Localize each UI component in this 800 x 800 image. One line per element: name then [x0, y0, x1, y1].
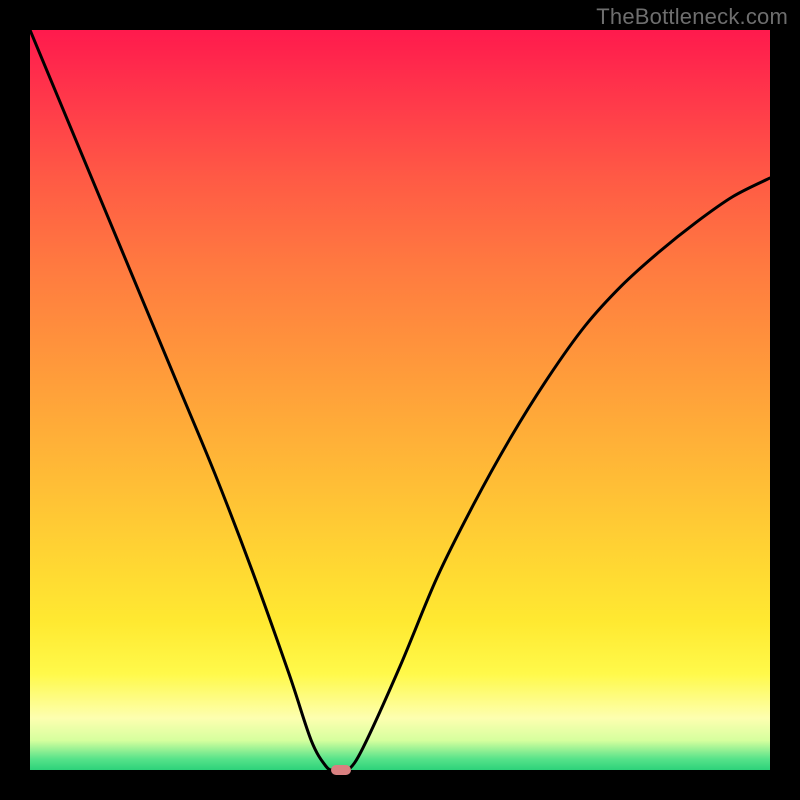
- optimum-marker: [331, 765, 351, 775]
- plot-area: [30, 30, 770, 770]
- bottleneck-curve: [30, 30, 770, 770]
- watermark-text: TheBottleneck.com: [596, 4, 788, 30]
- chart-frame: TheBottleneck.com: [0, 0, 800, 800]
- curve-svg: [30, 30, 770, 770]
